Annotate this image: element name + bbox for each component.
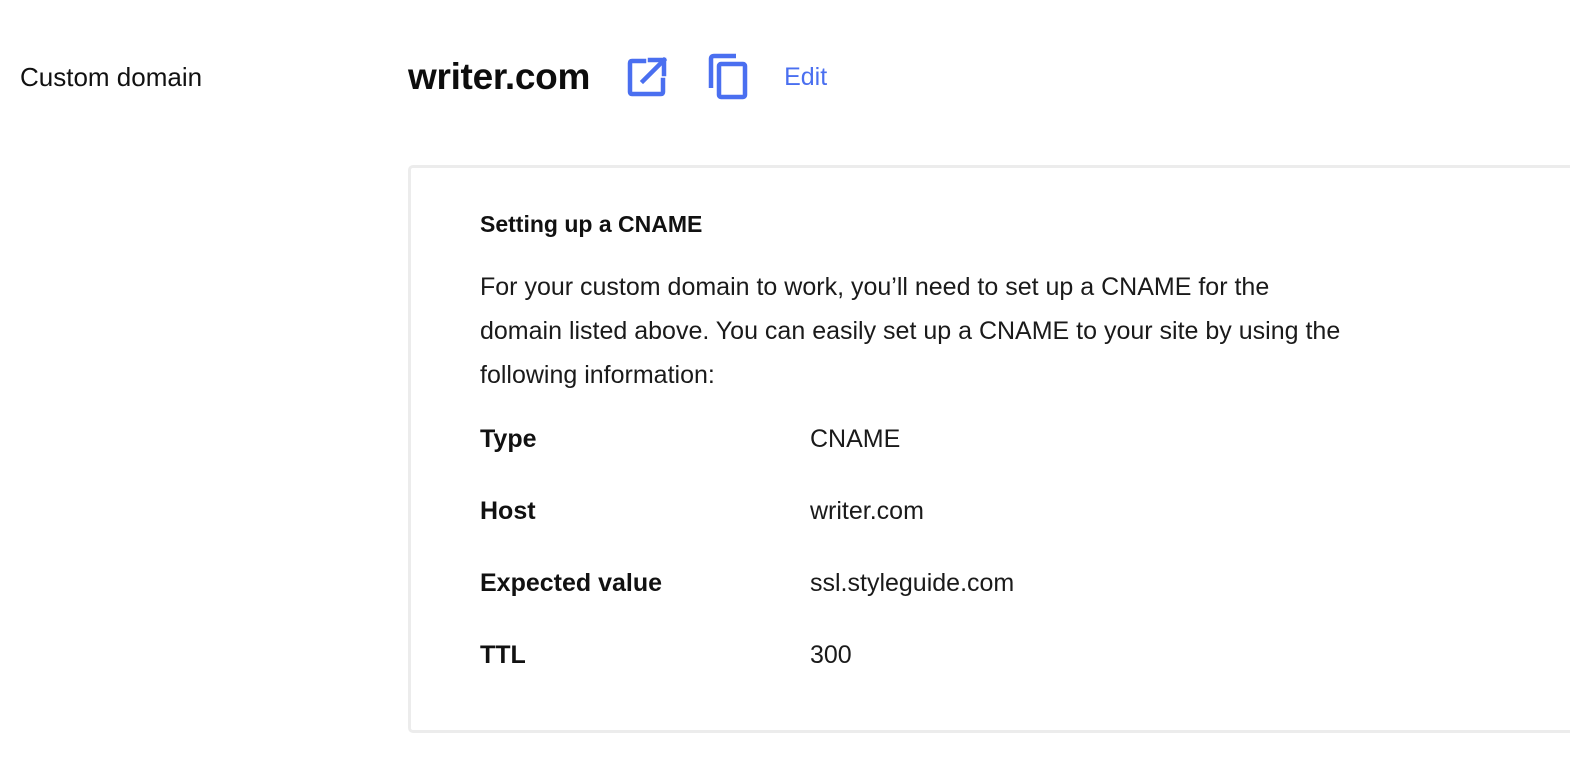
dns-value: 300	[810, 641, 852, 669]
domain-header: writer.com Edit	[408, 52, 827, 102]
dns-key: TTL	[480, 641, 526, 669]
dns-key: Host	[480, 497, 536, 525]
dns-row-expected-value: Expected value ssl.styleguide.com	[480, 566, 1014, 638]
dns-row-ttl: TTL 300	[480, 638, 1014, 710]
dns-record-table: Type CNAME Host writer.com Expected valu…	[480, 422, 1014, 710]
domain-name: writer.com	[408, 56, 591, 97]
dns-row-type: Type CNAME	[480, 422, 1014, 494]
dns-value: writer.com	[810, 497, 924, 525]
cname-card-title: Setting up a CNAME	[480, 211, 703, 237]
dns-value: CNAME	[810, 425, 901, 453]
dns-value: ssl.styleguide.com	[810, 569, 1015, 597]
edit-domain-link[interactable]: Edit	[784, 63, 827, 92]
dns-key: Expected value	[480, 569, 663, 597]
custom-domain-label: Custom domain	[20, 62, 203, 92]
dns-row-host: Host writer.com	[480, 494, 1014, 566]
cname-setup-card: Setting up a CNAME For your custom domai…	[408, 165, 1570, 733]
copy-icon	[708, 53, 748, 100]
open-in-new-icon	[627, 56, 668, 97]
open-domain-button[interactable]	[626, 56, 668, 98]
dns-key: Type	[480, 425, 537, 453]
copy-domain-button[interactable]	[706, 53, 750, 101]
cname-card-description: For your custom domain to work, you’ll n…	[480, 273, 1341, 389]
